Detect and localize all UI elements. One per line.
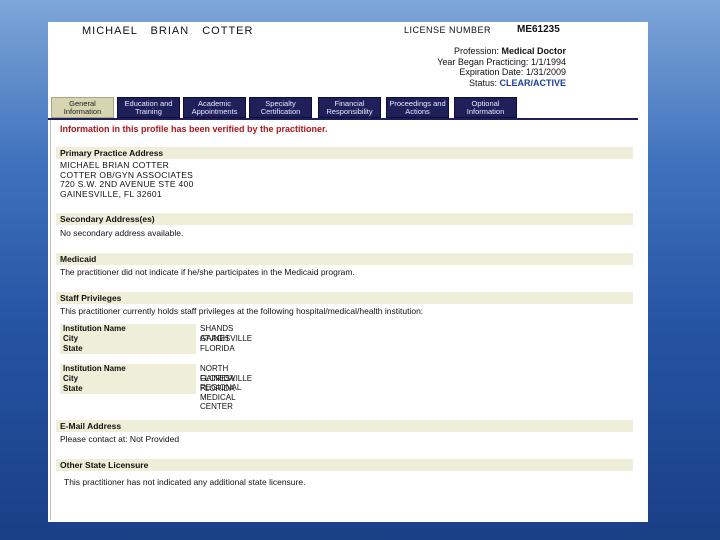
expiration-label: Expiration Date: [459,67,524,78]
expiration-value: 1/31/2009 [525,67,566,78]
state-label: State [60,384,196,394]
staff-privileges-title: Staff Privileges [60,293,122,303]
email-text: Please contact at: Not Provided [60,434,180,444]
license-details: Profession: Medical Doctor Year Began Pr… [437,46,566,88]
tab-proceedings-actions[interactable]: Proceedings and Actions [386,97,449,118]
status-row: Status: CLEAR/ACTIVE [437,78,566,89]
primary-address-title: Primary Practice Address [60,148,164,158]
city-value: GAINESVILLE [200,374,253,383]
institution-name-label: Institution Name [60,364,196,374]
tab-academic-appointments[interactable]: Academic Appointments [183,97,246,118]
institution-name-value: SHANDS AT AGH [200,324,234,343]
verified-notice: Information in this profile has been ver… [60,124,328,134]
left-divider [50,120,51,520]
city-value: GAINESVILLE [200,334,253,343]
tab-education-training[interactable]: Education and Training [117,97,180,118]
tab-underline [48,118,638,120]
medicaid-title: Medicaid [60,254,97,264]
email-title: E-Mail Address [60,421,122,431]
staff-privileges-header: Staff Privileges [56,292,633,304]
expiration-row: Expiration Date: 1/31/2009 [437,67,566,78]
status-label: Status: [468,77,497,88]
other-state-text: This practitioner has not indicated any … [64,477,306,487]
state-value: FLORIDA [200,384,235,393]
institution-name-value: NORTH FLORIDA REGIONAL MEDICAL CENTER [200,364,242,411]
tab-specialty-certification[interactable]: Specialty Certification [249,97,312,118]
primary-address-header: Primary Practice Address [56,147,633,159]
medicaid-header: Medicaid [56,253,633,265]
status-value: CLEAR/ACTIVE [499,77,566,88]
license-number-value: ME61235 [517,24,560,35]
profession-label: Profession: [453,46,499,56]
license-number-label: LICENSE NUMBER [404,25,492,35]
year-began-value: 1/1/1994 [530,56,566,67]
address-line: GAINESVILLE, FL 32601 [60,188,162,199]
year-began-row: Year Began Practicing: 1/1/1994 [437,57,566,68]
secondary-address-text: No secondary address available. [60,228,184,238]
tab-financial-responsibility[interactable]: Financial Responsibility [318,97,381,118]
tab-general-information[interactable]: General Information [51,97,114,118]
email-header: E-Mail Address [56,420,633,432]
state-label: State [60,344,196,354]
practitioner-name: MICHAEL BRIAN COTTER [82,25,254,37]
medicaid-text: The practitioner did not indicate if he/… [60,267,355,277]
tab-optional-information[interactable]: Optional Information [454,97,517,118]
staff-privileges-intro: This practitioner currently holds staff … [60,306,424,316]
profile-tabs: General Information Education and Traini… [48,97,648,119]
other-state-header: Other State Licensure [56,459,633,471]
other-state-title: Other State Licensure [60,460,149,470]
profile-page: MICHAEL BRIAN COTTER LICENSE NUMBER ME61… [48,22,648,522]
year-began-label: Year Began Practicing: [437,56,529,67]
secondary-address-header: Secondary Address(es) [56,213,633,225]
primary-address-block: MICHAEL BRIAN COTTER COTTER OB/GYN ASSOC… [60,160,194,199]
secondary-address-title: Secondary Address(es) [60,214,155,224]
profession-row: Profession: Medical Doctor [437,46,566,57]
state-value: FLORIDA [200,344,235,353]
profession-value: Medical Doctor [501,46,566,56]
city-label: City [60,374,196,384]
city-label: City [60,334,196,344]
institution-name-label: Institution Name [60,324,196,334]
